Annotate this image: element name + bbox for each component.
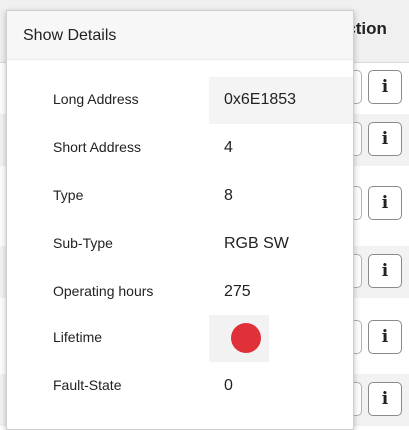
detail-label: Lifetime [53, 329, 103, 345]
detail-row-long-address: Long Address 0x6E1853 [7, 77, 353, 124]
info-button[interactable]: i [368, 122, 402, 156]
detail-row-short-address: Short Address 4 [7, 125, 353, 172]
detail-value: 0x6E1853 [224, 91, 297, 108]
detail-row-type: Type 8 [7, 173, 353, 220]
detail-label: Fault-State [53, 377, 122, 393]
info-button[interactable]: i [368, 254, 402, 288]
detail-value: 8 [224, 187, 233, 204]
info-button[interactable]: i [368, 70, 402, 104]
popover-title: Show Details [23, 27, 117, 44]
detail-label: Type [53, 187, 84, 203]
detail-row-operating-hours: Operating hours 275 [7, 269, 353, 316]
detail-label: Long Address [53, 91, 139, 107]
detail-value: 275 [224, 283, 251, 300]
detail-value: RGB SW [224, 235, 289, 252]
detail-value: 4 [224, 139, 233, 156]
detail-label: Operating hours [53, 283, 154, 299]
detail-row-fault-state: Fault-State 0 [7, 363, 353, 410]
detail-value: 0 [224, 377, 233, 394]
detail-row-lifetime: Lifetime [7, 315, 353, 362]
info-button[interactable]: i [368, 382, 402, 416]
popover-header: Show Details [7, 11, 353, 60]
details-popover: Show Details Long Address 0x6E1853 Short… [6, 10, 354, 430]
detail-label: Short Address [53, 139, 141, 155]
detail-label: Sub-Type [53, 235, 113, 251]
info-button[interactable]: i [368, 320, 402, 354]
status-red-dot-icon [231, 323, 261, 353]
detail-row-sub-type: Sub-Type RGB SW [7, 221, 353, 268]
info-button[interactable]: i [368, 186, 402, 220]
